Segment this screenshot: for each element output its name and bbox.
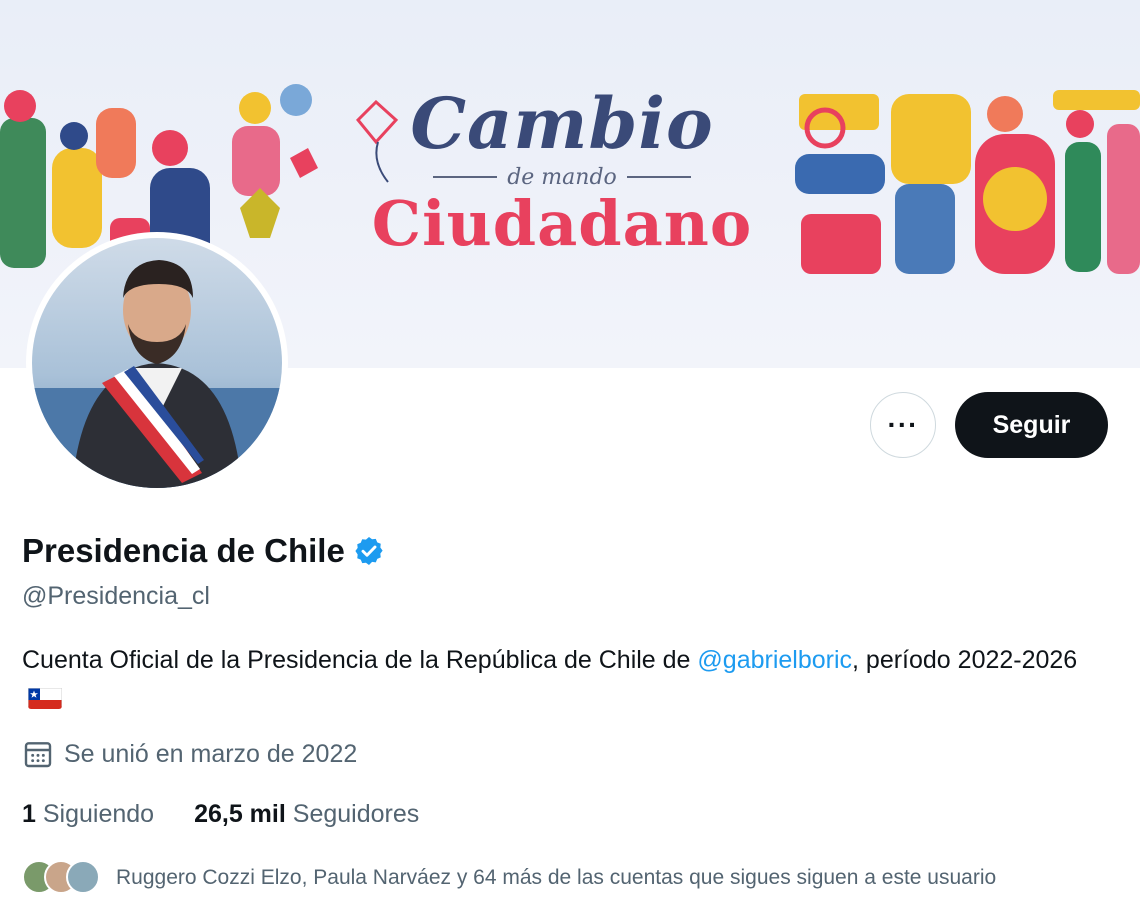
banner-title-cambio: Cambio [410, 82, 714, 165]
joined-text: Se unió en marzo de 2022 [64, 739, 358, 768]
bio-text-prefix: Cuenta Oficial de la Presidencia de la R… [22, 646, 698, 674]
profile-stats: 1 Siguiendo 26,5 mil Seguidores [22, 800, 419, 829]
more-options-button[interactable]: ··· [870, 392, 936, 458]
followers-label: Seguidores [292, 800, 420, 828]
banner-subtitle-text: de mando [507, 164, 617, 190]
verified-badge-icon[interactable] [353, 535, 385, 567]
bio-text-suffix: , período 2022-2026 [852, 646, 1078, 674]
followers-you-know-text: Ruggero Cozzi Elzo, Paula Narváez y 64 m… [116, 866, 997, 889]
banner-illustration-right [795, 90, 1140, 274]
profile-handle: @Presidencia_cl [22, 582, 210, 610]
followers-count: 26,5 mil [194, 800, 286, 828]
avatar-photo [32, 238, 282, 488]
more-icon: ··· [887, 409, 919, 440]
mini-avatar-3 [66, 860, 100, 894]
banner-title-ciudadano: Ciudadano [371, 187, 753, 260]
followers-link[interactable]: 26,5 mil Seguidores [194, 800, 419, 829]
joined-date: Se unió en marzo de 2022 [22, 738, 357, 770]
following-link[interactable]: 1 Siguiendo [22, 800, 154, 829]
banner-title: Cambio de mando Ciudadano [352, 84, 772, 258]
profile-bio: Cuenta Oficial de la Presidencia de la R… [22, 641, 1122, 717]
profile-avatar[interactable] [26, 232, 288, 494]
following-count: 1 [22, 800, 36, 828]
banner-rule-left [433, 176, 498, 178]
follow-button[interactable]: Seguir [955, 392, 1108, 458]
display-name: Presidencia de Chile [22, 532, 345, 569]
chile-flag-icon [28, 685, 62, 709]
following-label: Siguiendo [42, 800, 155, 828]
avatar-portrait [32, 260, 282, 488]
profile-name-row: Presidencia de Chile [22, 532, 385, 570]
calendar-icon [24, 742, 52, 768]
banner-rule-right [626, 176, 691, 178]
bio-mention-link[interactable]: @gabrielboric [697, 646, 852, 674]
